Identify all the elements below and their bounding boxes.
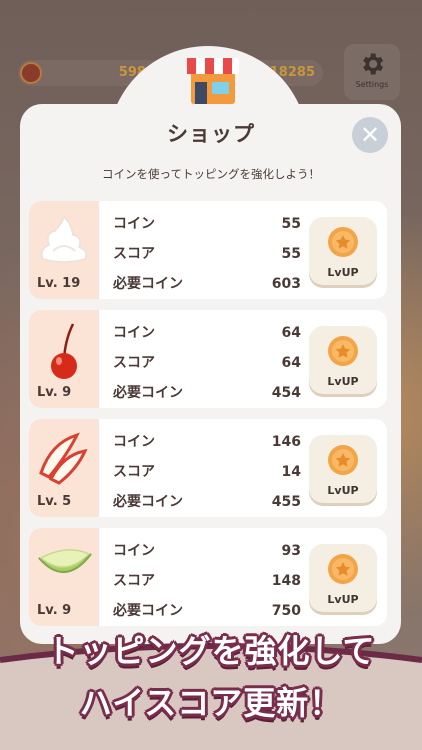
item-thumbnail: Lv. 5 (29, 419, 99, 517)
score-label: スコア (113, 246, 155, 262)
item-stats: コイン 146 スコア 14 必要コイン 455 (113, 427, 301, 517)
coin-icon (328, 554, 358, 584)
coin-value: 55 (281, 216, 301, 232)
score-value: 55 (281, 246, 301, 262)
lvup-button[interactable]: LvUP (309, 217, 377, 285)
cost-value: 603 (271, 276, 301, 292)
lvup-label: LvUP (327, 593, 359, 606)
close-button[interactable]: ✕ (352, 117, 388, 153)
cost-label: 必要コイン (113, 385, 183, 401)
cost-value: 455 (271, 494, 301, 510)
score-label: スコア (113, 355, 155, 371)
coin-label: コイン (113, 543, 155, 559)
shop-item-row: Lv. 19 コイン 55 スコア 55 必要コイン 603 LvUP (29, 201, 387, 299)
score-value: 14 (281, 464, 301, 480)
item-thumbnail: Lv. 9 (29, 310, 99, 408)
gear-icon (363, 53, 384, 75)
shop-store-icon (187, 58, 239, 104)
item-level: Lv. 9 (37, 385, 72, 400)
coin-icon (328, 336, 358, 366)
score-label: スコア (113, 573, 155, 589)
lvup-label: LvUP (327, 375, 359, 388)
coin-value: 93 (281, 543, 301, 559)
coin-label: コイン (113, 216, 155, 232)
item-level: Lv. 9 (37, 603, 72, 618)
coin-icon (328, 227, 358, 257)
coin-value: 64 (281, 325, 301, 341)
score-label: スコア (113, 464, 155, 480)
settings-button[interactable]: Settings (344, 44, 400, 100)
apple-slice-icon (39, 432, 88, 485)
close-icon: ✕ (359, 121, 381, 149)
shop-subtitle: コインを使ってトッピングを強化しよう！ (102, 167, 320, 181)
cost-label: 必要コイン (113, 603, 183, 619)
score-value: 148 (271, 573, 301, 589)
coin-label: コイン (113, 434, 155, 450)
shop-item-row: Lv. 5 コイン 146 スコア 14 必要コイン 455 LvUP (29, 419, 387, 517)
lvup-button[interactable]: LvUP (309, 435, 377, 503)
lvup-label: LvUP (327, 266, 359, 279)
item-stats: コイン 55 スコア 55 必要コイン 603 (113, 209, 301, 299)
lvup-button[interactable]: LvUP (309, 326, 377, 394)
shop-item-row: Lv. 9 コイン 64 スコア 64 必要コイン 454 LvUP (29, 310, 387, 408)
coin-icon (328, 445, 358, 475)
item-thumbnail: Lv. 9 (29, 528, 99, 626)
score-value: 64 (281, 355, 301, 371)
cost-value: 454 (271, 385, 301, 401)
crown-emblem-icon (20, 62, 42, 84)
cost-label: 必要コイン (113, 276, 183, 292)
coin-value: 146 (271, 434, 301, 450)
promo-line-2: ハイスコア更新！ (79, 684, 343, 722)
item-stats: コイン 64 スコア 64 必要コイン 454 (113, 318, 301, 408)
whipped-cream-icon (41, 215, 87, 263)
cherry-icon (51, 323, 77, 379)
item-thumbnail: Lv. 19 (29, 201, 99, 299)
settings-label: Settings (355, 80, 389, 89)
item-stats: コイン 93 スコア 148 必要コイン 750 (113, 536, 301, 626)
cost-label: 必要コイン (113, 494, 183, 510)
item-level: Lv. 19 (37, 276, 81, 291)
coin-label: コイン (113, 325, 155, 341)
lvup-label: LvUP (327, 484, 359, 497)
lvup-button[interactable]: LvUP (309, 544, 377, 612)
shop-item-row: Lv. 9 コイン 93 スコア 148 必要コイン 750 LvUP (29, 528, 387, 626)
item-level: Lv. 5 (37, 494, 72, 509)
promo-line-1: トッピングを強化して (46, 632, 376, 670)
melon-slice-icon (38, 549, 92, 574)
